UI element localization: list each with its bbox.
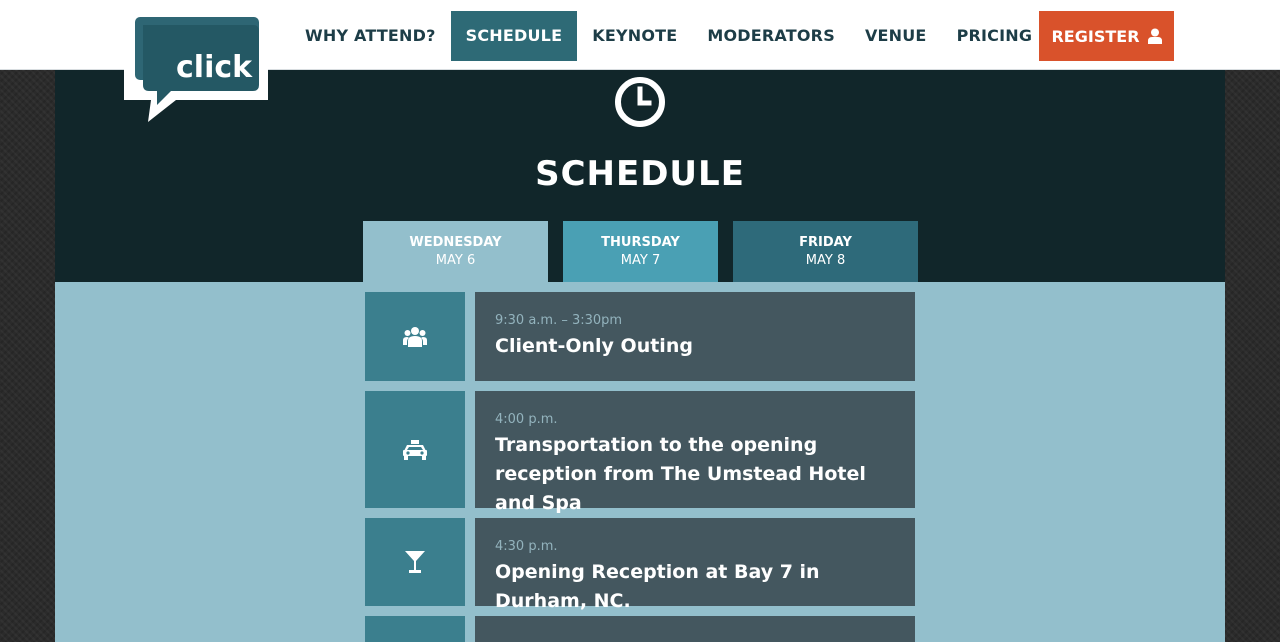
event-time: 4:00 p.m.	[495, 412, 558, 427]
group-icon	[403, 326, 427, 347]
schedule-item-card[interactable]: 4:00 p.m. Transportation to the opening …	[475, 391, 915, 514]
main-nav: WHY ATTEND? SCHEDULE KEYNOTE MODERATORS …	[290, 11, 1047, 61]
tab-date-label: MAY 8	[805, 253, 846, 268]
schedule-item-icon-box	[365, 292, 465, 381]
schedule-item-icon-box	[365, 518, 465, 606]
nav-why-attend[interactable]: WHY ATTEND?	[290, 11, 451, 61]
schedule-item	[365, 616, 915, 642]
logo-speech-bubble: click	[124, 17, 268, 122]
nav-moderators[interactable]: MODERATORS	[692, 11, 850, 61]
taxi-icon	[403, 439, 427, 460]
site-logo[interactable]: click	[121, 17, 269, 123]
schedule-item-card[interactable]: 9:30 a.m. – 3:30pm Client-Only Outing	[475, 292, 915, 381]
nav-schedule[interactable]: SCHEDULE	[450, 11, 578, 61]
tab-date-label: MAY 7	[620, 253, 661, 268]
event-title: Transportation to the opening reception …	[495, 434, 866, 514]
schedule-item-card[interactable]: 4:30 p.m. Opening Reception at Bay 7 in …	[475, 518, 915, 612]
event-time: 4:30 p.m.	[495, 539, 558, 554]
cocktail-icon	[405, 551, 425, 573]
event-title: Opening Reception at Bay 7 in Durham, NC…	[495, 561, 820, 612]
schedule-item-icon-box	[365, 391, 465, 508]
tab-day-label: WEDNESDAY	[409, 235, 502, 250]
schedule-item: 4:00 p.m. Transportation to the opening …	[365, 391, 915, 514]
nav-keynote[interactable]: KEYNOTE	[577, 11, 692, 61]
user-icon	[1147, 28, 1162, 44]
tab-friday[interactable]: FRIDAY MAY 8	[733, 221, 918, 282]
event-title: Client-Only Outing	[495, 335, 693, 357]
tab-day-label: FRIDAY	[799, 235, 852, 250]
tab-day-label: THURSDAY	[601, 235, 680, 250]
register-label: REGISTER	[1051, 26, 1140, 46]
schedule-item: 4:30 p.m. Opening Reception at Bay 7 in …	[365, 518, 915, 612]
tab-thursday[interactable]: THURSDAY MAY 7	[563, 221, 718, 282]
schedule-item-card[interactable]	[475, 616, 915, 642]
nav-venue[interactable]: VENUE	[850, 11, 942, 61]
logo-wordmark: click	[176, 50, 253, 85]
clock-icon	[615, 77, 665, 127]
schedule-item: 9:30 a.m. – 3:30pm Client-Only Outing	[365, 292, 915, 381]
nav-pricing[interactable]: PRICING	[942, 11, 1048, 61]
tab-date-label: MAY 6	[435, 253, 476, 268]
register-button[interactable]: REGISTER	[1039, 11, 1174, 61]
tab-wednesday[interactable]: WEDNESDAY MAY 6	[363, 221, 548, 282]
event-time: 9:30 a.m. – 3:30pm	[495, 313, 623, 328]
schedule-item-icon-box	[365, 616, 465, 642]
page-title: SCHEDULE	[535, 154, 745, 194]
schedule-list: 9:30 a.m. – 3:30pm Client-Only Outing 4:…	[55, 282, 1225, 642]
